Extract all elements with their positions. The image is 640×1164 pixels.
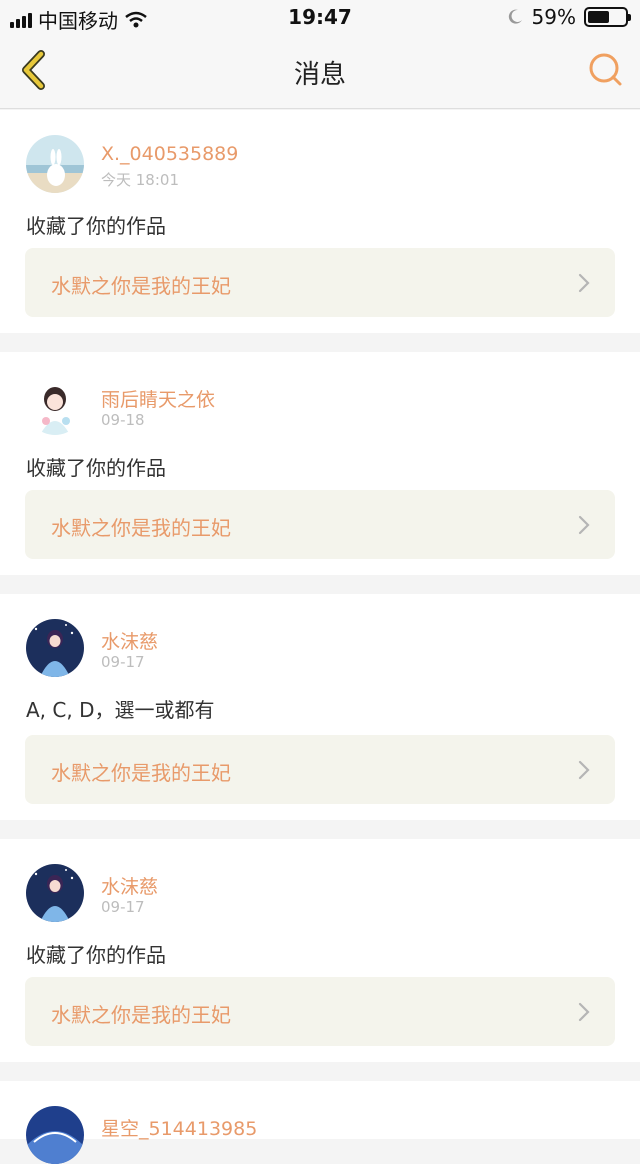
work-title: 水默之你是我的王妃	[51, 516, 231, 540]
avatar[interactable]	[26, 864, 84, 922]
status-bar: 中国移动 19:47 59%	[0, 0, 640, 34]
message-card: 星空_514413985	[0, 1081, 640, 1164]
avatar[interactable]	[26, 135, 84, 193]
message-text: 收藏了你的作品	[26, 214, 166, 238]
battery-icon	[584, 7, 631, 27]
chevron-right-icon	[578, 515, 590, 535]
battery-percent: 59%	[531, 5, 576, 29]
work-title: 水默之你是我的王妃	[51, 274, 231, 298]
avatar-image	[26, 619, 84, 677]
message-time: 09-18	[101, 411, 145, 429]
work-link[interactable]: 水默之你是我的王妃	[25, 490, 615, 559]
chevron-right-icon	[578, 760, 590, 780]
moon-icon	[508, 9, 522, 24]
chevron-right-icon	[578, 1002, 590, 1022]
avatar[interactable]	[26, 619, 84, 677]
work-title: 水默之你是我的王妃	[51, 761, 231, 785]
work-link[interactable]: 水默之你是我的王妃	[25, 735, 615, 804]
battery-fill	[588, 11, 610, 23]
message-time: 09-17	[101, 898, 145, 916]
message-card: 雨后睛天之依 09-18 收藏了你的作品 水默之你是我的王妃	[0, 352, 640, 575]
search-icon[interactable]	[586, 50, 626, 90]
avatar-image	[26, 864, 84, 922]
user-name[interactable]: 水沫慈	[101, 872, 158, 899]
work-link[interactable]: 水默之你是我的王妃	[25, 248, 615, 317]
user-name[interactable]: X._040535889	[101, 143, 238, 165]
avatar-image	[26, 377, 84, 435]
message-card: X._040535889 今天 18:01 收藏了你的作品 水默之你是我的王妃	[0, 110, 640, 333]
message-text: 收藏了你的作品	[26, 456, 166, 480]
avatar[interactable]	[26, 377, 84, 435]
user-name[interactable]: 水沫慈	[101, 627, 158, 654]
page-title: 消息	[293, 60, 346, 90]
message-text: 收藏了你的作品	[26, 943, 166, 967]
status-right: 59%	[506, 5, 631, 29]
user-name[interactable]: 星空_514413985	[101, 1114, 257, 1141]
avatar[interactable]	[26, 1106, 84, 1164]
chevron-right-icon	[578, 273, 590, 293]
avatar-image	[26, 135, 84, 193]
message-time: 09-17	[101, 653, 145, 671]
message-card: 水沫慈 09-17 收藏了你的作品 水默之你是我的王妃	[0, 839, 640, 1062]
avatar-image	[26, 1106, 84, 1164]
work-link[interactable]: 水默之你是我的王妃	[25, 977, 615, 1046]
message-text: A, C, D，選一或都有	[26, 698, 215, 722]
message-time: 今天 18:01	[101, 171, 179, 189]
work-title: 水默之你是我的王妃	[51, 1003, 231, 1027]
message-card: 水沫慈 09-17 A, C, D，選一或都有 水默之你是我的王妃	[0, 594, 640, 820]
nav-bar: 消息	[0, 34, 640, 109]
user-name[interactable]: 雨后睛天之依	[101, 385, 215, 412]
